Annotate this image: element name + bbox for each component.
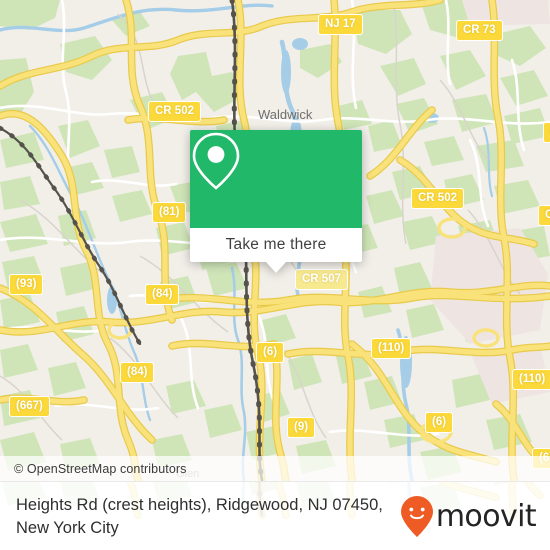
- take-me-there-label: Take me there: [225, 236, 327, 253]
- popup-tail: [266, 262, 286, 273]
- road-shield-110-east[interactable]: (110): [512, 369, 550, 390]
- moovit-wordmark: moovit: [435, 499, 537, 534]
- osm-attribution-text[interactable]: © OpenStreetMap contributors: [14, 462, 187, 476]
- road-shield-6-center[interactable]: (6): [256, 342, 285, 363]
- moovit-pin-icon: [400, 495, 433, 537]
- road-shield-cr-502-e[interactable]: CR 502: [411, 188, 464, 209]
- map-canvas[interactable]: Waldwick Glen NJ 17 CR 73 CR 502 CR 502 …: [0, 0, 550, 481]
- road-shield-9[interactable]: (9): [287, 417, 316, 438]
- road-shield-nj-17[interactable]: NJ 17: [318, 14, 363, 35]
- road-shield-93[interactable]: (93): [9, 274, 44, 295]
- take-me-there-button[interactable]: Take me there: [190, 228, 362, 262]
- road-shield-cr-502-w[interactable]: CR 502: [148, 101, 201, 122]
- address-text: Heights Rd (crest heights), Ridgewood, N…: [16, 494, 400, 538]
- address-line-2: New York City: [16, 518, 119, 537]
- road-shield-cr-73[interactable]: CR 73: [456, 20, 503, 41]
- moovit-location-card: Waldwick Glen NJ 17 CR 73 CR 502 CR 502 …: [0, 0, 550, 550]
- address-line-1: Heights Rd (crest heights), Ridgewood, N…: [16, 496, 383, 515]
- location-popup[interactable]: Take me there: [190, 130, 362, 273]
- footer-bar: Heights Rd (crest heights), Ridgewood, N…: [0, 481, 550, 550]
- road-shield-110-center[interactable]: (110): [371, 338, 412, 359]
- road-shield-667[interactable]: (667): [9, 396, 50, 417]
- place-label-waldwick: Waldwick: [258, 107, 313, 122]
- road-shield-edge-c[interactable]: C: [543, 122, 550, 143]
- road-shield-84-lower[interactable]: (84): [120, 362, 155, 383]
- road-shield-cr-507[interactable]: CR 507: [295, 269, 348, 290]
- road-shield-81[interactable]: (81): [152, 202, 187, 223]
- road-shield-6-east[interactable]: (6): [425, 412, 454, 433]
- moovit-logo[interactable]: moovit: [400, 495, 537, 539]
- road-shield-edge-cr[interactable]: CR: [538, 205, 550, 226]
- map-pin-icon: [192, 132, 240, 190]
- popup-header: [190, 130, 362, 228]
- road-shield-84-upper[interactable]: (84): [145, 284, 180, 305]
- map-attribution-bar: © OpenStreetMap contributors: [0, 456, 550, 481]
